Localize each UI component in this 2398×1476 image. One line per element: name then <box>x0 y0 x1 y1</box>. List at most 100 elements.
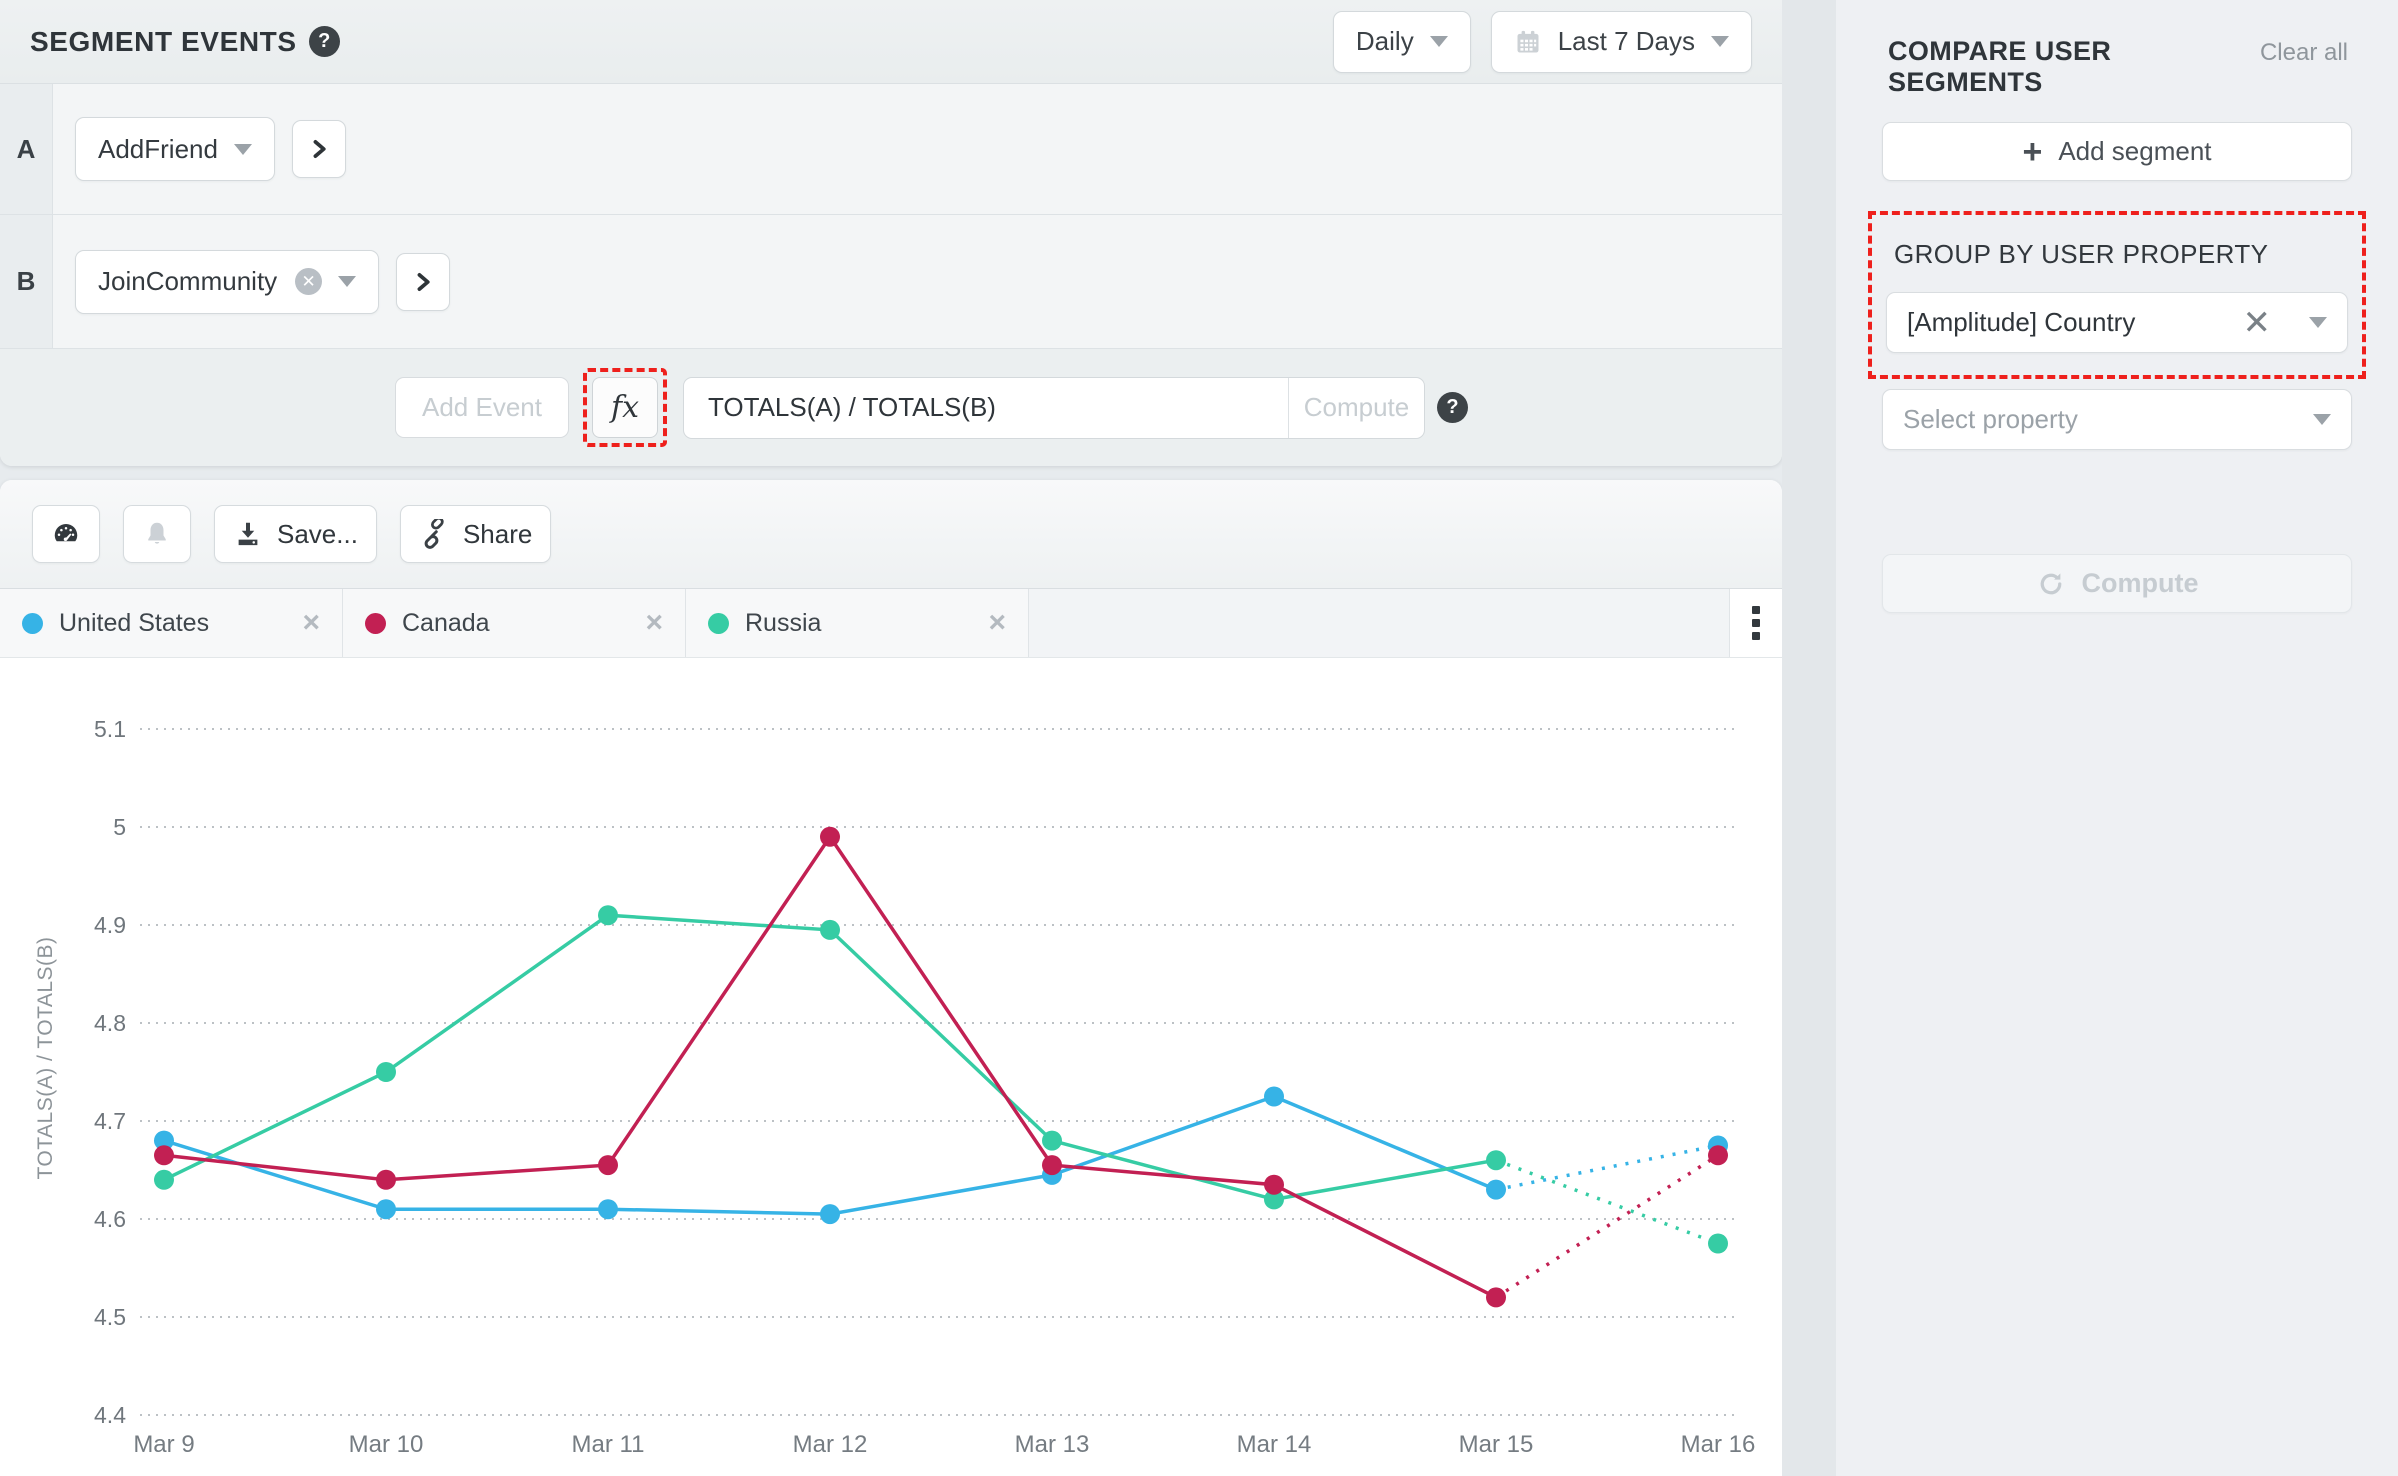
data-point[interactable] <box>820 827 840 847</box>
y-axis-title: TOTALS(A) / TOTALS(B) <box>34 936 57 1179</box>
chevron-down-icon <box>1430 36 1448 47</box>
close-icon[interactable]: × <box>302 606 320 640</box>
event-b-expand-button[interactable] <box>396 253 450 311</box>
notifications-button[interactable] <box>123 505 191 563</box>
kebab-icon <box>1752 632 1760 640</box>
chart-options-button[interactable] <box>1729 589 1782 657</box>
data-point[interactable] <box>598 905 618 925</box>
event-row-b: B JoinCommunity ✕ <box>0 215 1782 349</box>
chart-card: Save... Share United States×Canada×Russi… <box>0 480 1782 1476</box>
legend-row: United States×Canada×Russia× <box>0 589 1782 658</box>
data-point[interactable] <box>1042 1131 1062 1151</box>
query-header: SEGMENT EVENTS ? Daily Last 7 Days <box>0 0 1782 84</box>
series-color-dot <box>22 613 43 634</box>
date-range-dropdown[interactable]: Last 7 Days <box>1491 11 1752 73</box>
main-column: SEGMENT EVENTS ? Daily Last 7 Days A <box>0 0 1782 1476</box>
panel-gutter <box>1782 0 1836 1476</box>
x-tick-label: Mar 14 <box>1237 1431 1312 1458</box>
save-button[interactable]: Save... <box>214 505 377 563</box>
page-title: SEGMENT EVENTS <box>30 26 297 58</box>
x-tick-label: Mar 10 <box>349 1431 424 1458</box>
series-line-projected <box>1496 1160 1718 1243</box>
add-segment-label: Add segment <box>2058 136 2211 167</box>
share-button[interactable]: Share <box>400 505 551 563</box>
chart-toolbar: Save... Share <box>0 480 1782 589</box>
data-point[interactable] <box>820 920 840 940</box>
event-row-a: A AddFriend <box>0 84 1782 215</box>
data-point[interactable] <box>1708 1145 1728 1165</box>
data-point[interactable] <box>376 1199 396 1219</box>
data-point[interactable] <box>1264 1175 1284 1195</box>
series-line-projected <box>1496 1146 1718 1190</box>
refresh-icon <box>2036 569 2066 599</box>
event-row-b-label: B <box>0 215 53 348</box>
download-icon <box>233 519 263 549</box>
add-segment-button[interactable]: + Add segment <box>1882 122 2352 181</box>
legend-tabs: United States×Canada×Russia× <box>0 589 1029 657</box>
sidebar-compute-button[interactable]: Compute <box>1882 554 2352 613</box>
formula-help-icon[interactable]: ? <box>1437 392 1468 423</box>
legend-tab-united-states[interactable]: United States× <box>0 589 343 657</box>
series-color-dot <box>365 613 386 634</box>
save-button-label: Save... <box>277 519 358 550</box>
data-point[interactable] <box>154 1170 174 1190</box>
chevron-down-icon <box>338 276 356 287</box>
share-button-label: Share <box>463 519 532 550</box>
clear-property-icon[interactable]: ✕ <box>2243 303 2272 343</box>
line-chart-svg: 5.154.94.84.74.64.54.4Mar 9Mar 10Mar 11M… <box>0 658 1782 1476</box>
data-point[interactable] <box>820 1204 840 1224</box>
link-icon <box>419 519 449 549</box>
data-point[interactable] <box>1264 1087 1284 1107</box>
event-b-name: JoinCommunity <box>98 266 277 297</box>
formula-toggle-highlight: fx <box>583 368 667 447</box>
x-tick-label: Mar 11 <box>572 1431 645 1458</box>
event-a-expand-button[interactable] <box>292 120 346 178</box>
clear-all-link[interactable]: Clear all <box>2260 39 2348 67</box>
app-root: SEGMENT EVENTS ? Daily Last 7 Days A <box>0 0 2398 1476</box>
sidebar-compute-label: Compute <box>2082 568 2199 599</box>
chevron-down-icon <box>2313 414 2331 425</box>
data-point[interactable] <box>376 1170 396 1190</box>
event-b-select[interactable]: JoinCommunity ✕ <box>75 250 379 314</box>
data-point[interactable] <box>1708 1234 1728 1254</box>
close-icon[interactable]: × <box>645 606 663 640</box>
query-builder-card: SEGMENT EVENTS ? Daily Last 7 Days A <box>0 0 1782 466</box>
legend-tab-russia[interactable]: Russia× <box>686 589 1029 657</box>
series-line <box>164 837 1496 1298</box>
data-point[interactable] <box>1486 1180 1506 1200</box>
chevron-right-icon <box>306 136 332 162</box>
remove-event-icon[interactable]: ✕ <box>295 268 322 295</box>
gauge-icon <box>51 519 81 549</box>
group-by-property-select[interactable]: [Amplitude] Country ✕ <box>1886 292 2348 353</box>
line-chart-plot: 5.154.94.84.74.64.54.4Mar 9Mar 10Mar 11M… <box>0 658 1782 1476</box>
add-event-button[interactable]: Add Event <box>395 377 569 438</box>
data-point[interactable] <box>598 1155 618 1175</box>
data-point[interactable] <box>1486 1287 1506 1307</box>
data-point[interactable] <box>1042 1155 1062 1175</box>
interval-dropdown-label: Daily <box>1356 26 1414 57</box>
legend-tab-canada[interactable]: Canada× <box>343 589 686 657</box>
bell-icon <box>142 519 172 549</box>
formula-input[interactable]: TOTALS(A) / TOTALS(B) <box>684 378 1288 438</box>
y-tick-label: 4.8 <box>94 1010 126 1036</box>
formula-toggle-button[interactable]: fx <box>592 377 658 438</box>
date-range-dropdown-label: Last 7 Days <box>1558 26 1695 57</box>
dashboard-button[interactable] <box>32 505 100 563</box>
y-tick-label: 4.9 <box>94 912 126 938</box>
data-point[interactable] <box>598 1199 618 1219</box>
data-point[interactable] <box>154 1145 174 1165</box>
kebab-icon <box>1752 619 1760 627</box>
event-a-select[interactable]: AddFriend <box>75 117 275 181</box>
help-icon[interactable]: ? <box>309 26 340 57</box>
data-point[interactable] <box>1486 1150 1506 1170</box>
series-label: Russia <box>745 609 988 638</box>
interval-dropdown[interactable]: Daily <box>1333 11 1471 73</box>
series-label: United States <box>59 609 302 638</box>
data-point[interactable] <box>376 1062 396 1082</box>
select-property-dropdown[interactable]: Select property <box>1882 389 2352 450</box>
close-icon[interactable]: × <box>988 606 1006 640</box>
chevron-down-icon <box>2309 317 2327 328</box>
formula-compute-button[interactable]: Compute <box>1288 378 1424 438</box>
add-event-label: Add Event <box>422 392 542 423</box>
series-line-projected <box>1496 1155 1718 1297</box>
